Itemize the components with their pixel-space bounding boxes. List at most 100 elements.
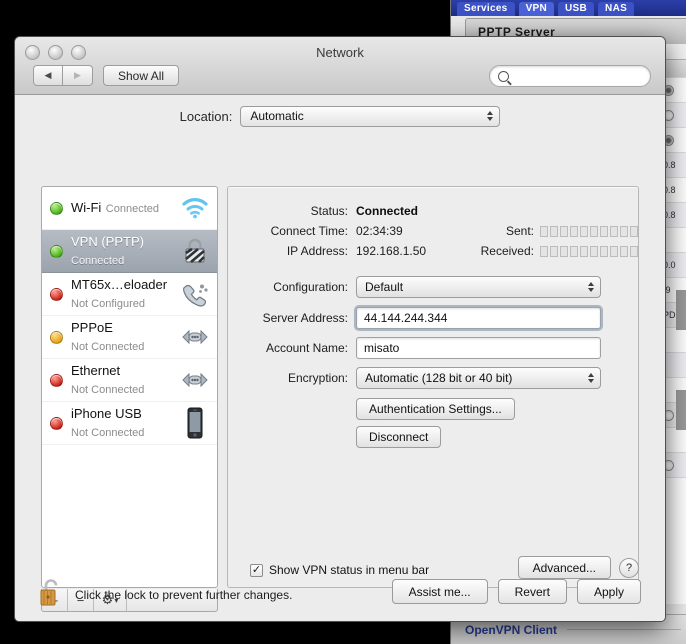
iphone-icon <box>179 407 211 439</box>
service-name: MT65x…eloader <box>71 277 168 292</box>
show-all-button[interactable]: Show All <box>103 65 180 86</box>
account-name-input[interactable]: misato <box>356 337 601 359</box>
bg-footer-rule <box>567 629 681 630</box>
status-dot-amber <box>50 330 63 344</box>
window-titlebar[interactable]: Network ◀ ▶ Show All <box>15 37 665 95</box>
sidebar-item-ethernet[interactable]: Ethernet Not Connected <box>42 359 217 402</box>
unlocked-padlock-icon[interactable] <box>39 577 65 612</box>
service-name: iPhone USB <box>71 406 142 421</box>
window-content: Wi-Fi Connected VPN (PPTP) Connected MT6… <box>15 138 665 621</box>
configuration-row: Configuration: Default <box>228 276 638 298</box>
bg-footer-label: OpenVPN Client <box>465 622 558 637</box>
search-icon <box>498 70 509 82</box>
status-dot-green <box>50 201 63 215</box>
encryption-row: Encryption: Automatic (128 bit or 40 bit… <box>228 367 638 389</box>
modem-phone-icon <box>179 279 211 309</box>
bg-tab-nas[interactable]: NAS <box>598 2 635 16</box>
vpn-detail-panel: Status: Connected Connect Time: 02:34:39… <box>227 186 639 588</box>
search-input[interactable] <box>514 69 638 83</box>
service-name: Wi-Fi <box>71 200 102 215</box>
status-dot-red <box>50 287 63 301</box>
wifi-icon <box>179 193 211 223</box>
encryption-label: Encryption: <box>287 371 348 385</box>
bg-table-scrollbar[interactable] <box>676 290 686 330</box>
lock-area[interactable]: Click the lock to prevent further change… <box>39 577 292 612</box>
server-address-row: Server Address: 44.144.244.344 <box>228 307 638 329</box>
service-status: Not Connected <box>71 341 145 353</box>
ethernet-icon <box>179 322 211 352</box>
bg-tab-vpn[interactable]: VPN <box>518 2 555 16</box>
window-footer: Click the lock to prevent further change… <box>15 565 665 621</box>
service-status: Not Connected <box>71 384 145 396</box>
sidebar-item-iphone-usb[interactable]: iPhone USB Not Connected <box>42 402 217 445</box>
ip-address-label: IP Address: <box>286 244 348 258</box>
bg-table-scrollbar[interactable] <box>676 390 686 430</box>
lock-text: Click the lock to prevent further change… <box>75 587 293 602</box>
service-name: Ethernet <box>71 363 121 378</box>
chevron-updown-icon <box>588 282 594 292</box>
connect-time-row: Connect Time: 02:34:39 Sent: <box>228 224 638 238</box>
sidebar-item-pppoe[interactable]: PPPoE Not Connected <box>42 316 217 359</box>
background-tab-bar[interactable]: Services VPN USB NAS <box>451 0 686 16</box>
sidebar-item-mt65x-preloader[interactable]: MT65x…eloader Not Configured <box>42 273 217 316</box>
location-label: Location: <box>179 108 233 124</box>
service-name: VPN (PPTP) <box>71 234 144 249</box>
configuration-value: Default <box>365 280 404 294</box>
sidebar-item-wifi[interactable]: Wi-Fi Connected <box>42 187 217 230</box>
location-value: Automatic <box>250 109 304 123</box>
service-status: Connected <box>105 203 159 215</box>
navigation-buttons[interactable]: ◀ ▶ <box>33 65 93 86</box>
account-name-value: misato <box>364 341 400 355</box>
search-field[interactable] <box>489 65 651 87</box>
sent-meter <box>540 225 638 237</box>
footer-buttons: Assist me... Revert Apply <box>391 579 641 604</box>
revert-button[interactable]: Revert <box>497 579 567 604</box>
received-label: Received: <box>480 244 534 258</box>
connect-time-label: Connect Time: <box>270 224 348 238</box>
chevron-updown-icon <box>588 373 594 383</box>
encryption-select[interactable]: Automatic (128 bit or 40 bit) <box>356 367 601 389</box>
status-row: Status: Connected <box>228 204 638 218</box>
service-status: Not Configured <box>71 298 145 310</box>
network-preferences-window[interactable]: Network ◀ ▶ Show All Location: Automatic… <box>14 36 666 622</box>
assist-me-button[interactable]: Assist me... <box>391 579 488 604</box>
status-dot-red <box>50 373 63 387</box>
status-value: Connected <box>356 204 419 218</box>
configuration-label: Configuration: <box>273 280 348 294</box>
service-status: Not Connected <box>71 427 145 439</box>
status-dot-red <box>50 416 63 430</box>
location-select[interactable]: Automatic <box>240 105 501 127</box>
server-address-input[interactable]: 44.144.244.344 <box>356 307 601 329</box>
status-dot-green <box>50 244 63 258</box>
bg-tab-services[interactable]: Services <box>457 2 515 16</box>
disconnect-button[interactable]: Disconnect <box>356 426 442 448</box>
disconnect-row: Disconnect <box>228 426 638 448</box>
apply-button[interactable]: Apply <box>576 579 641 604</box>
ip-address-value: 192.168.1.50 <box>356 244 427 258</box>
status-block: Status: Connected Connect Time: 02:34:39… <box>228 187 638 258</box>
ip-address-row: IP Address: 192.168.1.50 Received: <box>228 244 638 258</box>
chevron-updown-icon <box>487 111 494 121</box>
sent-label: Sent: <box>505 224 534 238</box>
auth-settings-row: Authentication Settings... <box>228 398 638 420</box>
configuration-select[interactable]: Default <box>356 276 601 298</box>
server-address-label: Server Address: <box>262 311 348 325</box>
server-address-value: 44.144.244.344 <box>364 311 448 325</box>
bg-tab-usb[interactable]: USB <box>558 2 595 16</box>
back-button[interactable]: ◀ <box>33 65 63 86</box>
location-row: Location: Automatic <box>15 94 665 138</box>
forward-button[interactable]: ▶ <box>63 65 93 86</box>
service-status: Connected <box>71 255 125 267</box>
services-list[interactable]: Wi-Fi Connected VPN (PPTP) Connected MT6… <box>41 186 218 588</box>
connect-time-value: 02:34:39 <box>356 224 403 238</box>
sidebar-item-vpn-pptp[interactable]: VPN (PPTP) Connected <box>42 230 217 273</box>
received-meter <box>540 245 638 257</box>
account-name-label: Account Name: <box>265 341 348 355</box>
status-label: Status: <box>310 204 348 218</box>
encryption-value: Automatic (128 bit or 40 bit) <box>365 371 513 385</box>
lock-icon <box>179 236 211 266</box>
account-name-row: Account Name: misato <box>228 337 638 359</box>
ethernet-icon <box>179 365 211 395</box>
authentication-settings-button[interactable]: Authentication Settings... <box>356 398 515 420</box>
window-title: Network <box>316 45 364 60</box>
